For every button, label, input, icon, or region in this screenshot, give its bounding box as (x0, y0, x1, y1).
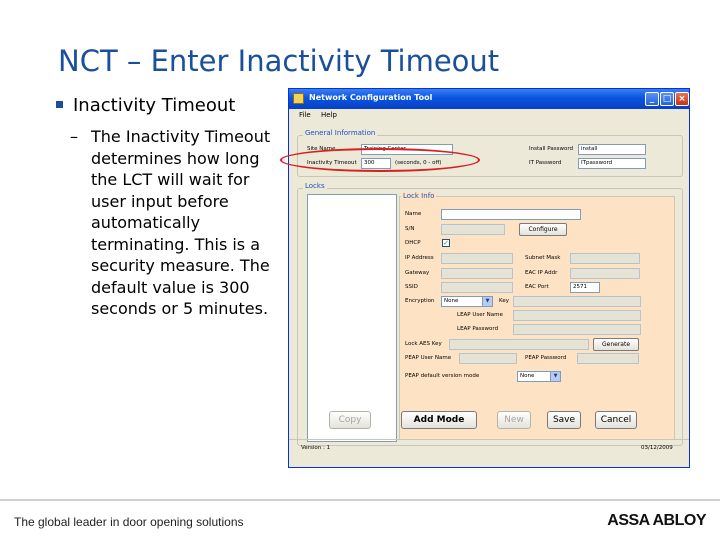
sub-bullet-dash: – (70, 127, 78, 146)
ssid-label: SSID (405, 284, 418, 290)
lock-info-label: Lock Info (401, 192, 437, 200)
peap-version-value: None (520, 373, 535, 379)
it-password-label: IT Password (529, 160, 562, 166)
menu-file[interactable]: File (299, 111, 311, 119)
it-password-input[interactable]: ITpassword (578, 158, 646, 169)
menu-help[interactable]: Help (321, 111, 337, 119)
window-title: Network Configuration Tool (309, 93, 433, 102)
leap-password-label: LEAP Password (457, 326, 499, 332)
subnet-mask-label: Subnet Mask (525, 255, 561, 261)
window-titlebar[interactable]: Network Configuration Tool _ □ × (289, 89, 689, 109)
peap-password-label: PEAP Password (525, 355, 567, 361)
leap-password-input[interactable] (513, 324, 641, 335)
encryption-value: None (444, 298, 459, 304)
bullet-text: Inactivity Timeout (73, 95, 236, 116)
eac-port-label: EAC Port (525, 284, 549, 290)
eac-ip-input[interactable] (570, 268, 640, 279)
save-button[interactable]: Save (547, 411, 581, 429)
version-text: Version : 1 (301, 445, 331, 451)
leap-user-input[interactable] (513, 310, 641, 321)
menubar: File Help (289, 109, 689, 122)
maximize-button[interactable]: □ (660, 92, 674, 106)
dhcp-label: DHCP (405, 240, 421, 246)
install-password-input[interactable]: install (578, 144, 646, 155)
network-configuration-tool-window: Network Configuration Tool _ □ × File He… (288, 88, 690, 468)
footer: The global leader in door opening soluti… (0, 499, 720, 540)
generate-button[interactable]: Generate (593, 338, 639, 351)
key-input[interactable] (513, 296, 641, 307)
new-button[interactable]: New (497, 411, 531, 429)
configure-button[interactable]: Configure (519, 223, 567, 236)
lock-name-label: Name (405, 211, 422, 217)
eac-ip-label: EAC IP Addr (525, 270, 558, 276)
install-password-label: Install Password (529, 146, 573, 152)
peap-version-select[interactable]: None ▼ (517, 371, 561, 382)
lock-name-input[interactable] (441, 209, 581, 220)
locks-label: Locks (303, 182, 327, 190)
encryption-select[interactable]: None ▼ (441, 296, 493, 307)
app-icon (293, 93, 304, 104)
close-button[interactable]: × (675, 92, 689, 106)
ip-address-input[interactable] (441, 253, 513, 264)
subnet-mask-input[interactable] (570, 253, 640, 264)
sn-input[interactable] (441, 224, 505, 235)
lock-aes-key-label: Lock AES Key (405, 341, 442, 347)
slide-title: NCT – Enter Inactivity Timeout (58, 44, 500, 78)
eac-port-input[interactable]: 2571 (570, 282, 600, 293)
copy-button[interactable]: Copy (329, 411, 371, 429)
bullet-inactivity-timeout: Inactivity Timeout (56, 95, 235, 116)
general-information-label: General Information (303, 129, 378, 137)
date-text: 03/12/2009 (641, 445, 673, 451)
minimize-button[interactable]: _ (645, 92, 659, 106)
brand-logo: ASSA ABLOY (607, 512, 706, 529)
add-mode-button[interactable]: Add Mode (401, 411, 477, 429)
cancel-button[interactable]: Cancel (595, 411, 637, 429)
lock-aes-key-input[interactable] (449, 339, 589, 350)
gateway-label: Gateway (405, 270, 430, 276)
sub-bullet: – The Inactivity Timeout determines how … (70, 126, 285, 320)
locks-listbox[interactable] (307, 194, 397, 442)
highlight-oval (280, 148, 480, 172)
sub-bullet-text: The Inactivity Timeout determines how lo… (91, 127, 271, 318)
ip-address-label: IP Address (405, 255, 434, 261)
peap-password-input[interactable] (577, 353, 639, 364)
footer-tagline: The global leader in door opening soluti… (14, 515, 244, 529)
chevron-down-icon: ▼ (550, 372, 560, 381)
key-label: Key (499, 298, 509, 304)
gateway-input[interactable] (441, 268, 513, 279)
sn-label: S/N (405, 226, 415, 232)
peap-user-input[interactable] (459, 353, 517, 364)
peap-version-label: PEAP default version mode (405, 373, 480, 379)
leap-user-label: LEAP User Name (457, 312, 503, 318)
footer-divider (0, 499, 720, 501)
encryption-label: Encryption (405, 298, 435, 304)
peap-user-label: PEAP User Name (405, 355, 452, 361)
dhcp-checkbox[interactable]: ✓ (442, 239, 450, 247)
ssid-input[interactable] (441, 282, 513, 293)
status-bar: Version : 1 03/12/2009 (289, 439, 689, 467)
bullet-square-icon (56, 101, 63, 108)
chevron-down-icon: ▼ (482, 297, 492, 306)
